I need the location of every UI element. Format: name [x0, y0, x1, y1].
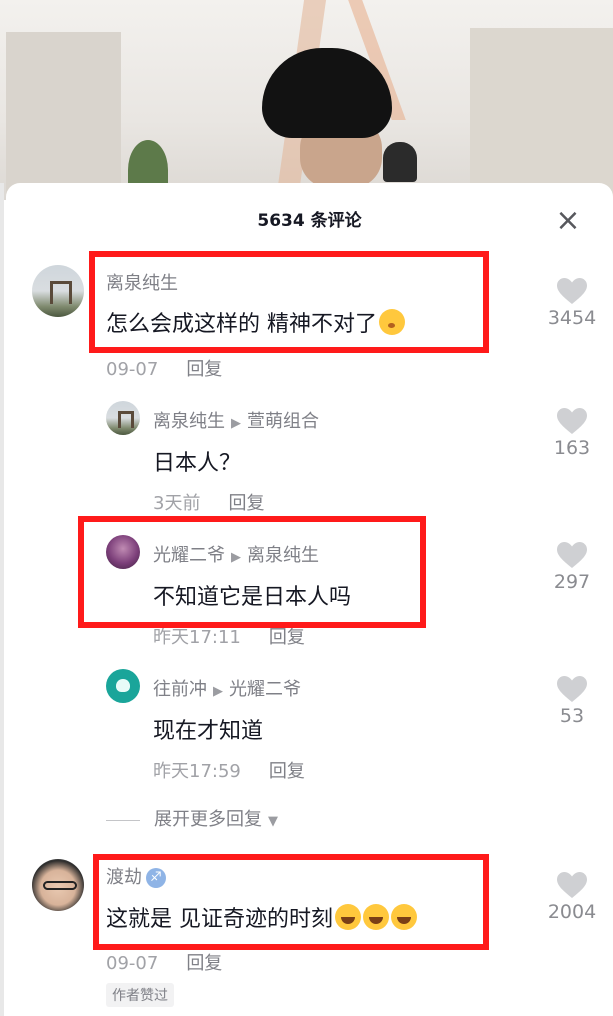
heart-icon — [557, 676, 587, 702]
like-count: 163 — [553, 437, 591, 459]
like-button[interactable]: 2004 — [542, 871, 602, 923]
reply-username: 离泉纯生 ▶ 萱萌组合 — [153, 407, 319, 433]
reply-arrow-icon: ▶ — [213, 684, 223, 699]
comment-date: 09-07 — [106, 359, 159, 380]
highlight-box — [89, 251, 489, 353]
reply-button[interactable]: 回复 — [186, 359, 222, 380]
reply-meta: 3天前 回复 — [153, 489, 264, 515]
reply-text: 日本人？ — [153, 451, 242, 476]
reply-date: 昨天17:11 — [153, 627, 241, 648]
like-count: 3454 — [547, 307, 597, 329]
heart-icon — [557, 872, 587, 898]
comment-meta: 09-07 回复 — [106, 949, 222, 975]
comment-panel: 5634 条评论 × 离泉纯生 怎么会成这样的 精神不对了 09-07 回复 34… — [6, 183, 613, 1016]
like-count: 297 — [553, 571, 591, 593]
reply-target[interactable]: 光耀二爷 — [229, 679, 301, 700]
comment-date: 09-07 — [106, 953, 159, 974]
reply-button[interactable]: 回复 — [186, 953, 222, 974]
reply-date: 昨天17:59 — [153, 761, 241, 782]
reply-author[interactable]: 离泉纯生 — [153, 411, 225, 432]
like-button[interactable]: 297 — [542, 541, 602, 593]
comment-meta: 09-07 回复 — [106, 355, 222, 381]
reply-author[interactable]: 往前冲 — [153, 679, 207, 700]
highlight-box — [78, 516, 426, 628]
like-button[interactable]: 163 — [542, 407, 602, 459]
reply-arrow-icon: ▶ — [231, 416, 241, 431]
panel-title: 5634 条评论 — [257, 211, 362, 231]
reply-button[interactable]: 回复 — [269, 761, 305, 782]
video-background — [0, 0, 613, 200]
reply-target[interactable]: 萱萌组合 — [247, 411, 319, 432]
heart-icon — [557, 408, 587, 434]
avatar[interactable] — [106, 669, 140, 703]
avatar[interactable] — [32, 859, 84, 911]
avatar[interactable] — [106, 401, 140, 435]
reply-button[interactable]: 回复 — [269, 627, 305, 648]
avatar[interactable] — [32, 265, 84, 317]
author-liked-badge: 作者赞过 — [106, 983, 174, 1007]
divider — [106, 819, 140, 821]
like-count: 2004 — [547, 901, 597, 923]
heart-icon — [557, 278, 587, 304]
chevron-down-icon: ▼ — [268, 814, 278, 829]
reply-date: 3天前 — [153, 493, 201, 514]
reply-meta: 昨天17:59 回复 — [153, 757, 305, 783]
reply-button[interactable]: 回复 — [228, 493, 264, 514]
reply-text: 现在才知道 — [153, 719, 264, 744]
left-edge-strip — [0, 183, 4, 1016]
close-icon[interactable]: × — [553, 206, 583, 237]
like-count: 53 — [559, 705, 585, 727]
reply-username: 往前冲 ▶ 光耀二爷 — [153, 675, 301, 701]
highlight-box — [93, 854, 489, 950]
like-button[interactable]: 53 — [542, 675, 602, 727]
heart-icon — [557, 542, 587, 568]
expand-more-label: 展开更多回复 — [154, 809, 262, 830]
expand-more-replies[interactable]: 展开更多回复 ▼ — [106, 805, 278, 831]
like-button[interactable]: 3454 — [542, 277, 602, 329]
